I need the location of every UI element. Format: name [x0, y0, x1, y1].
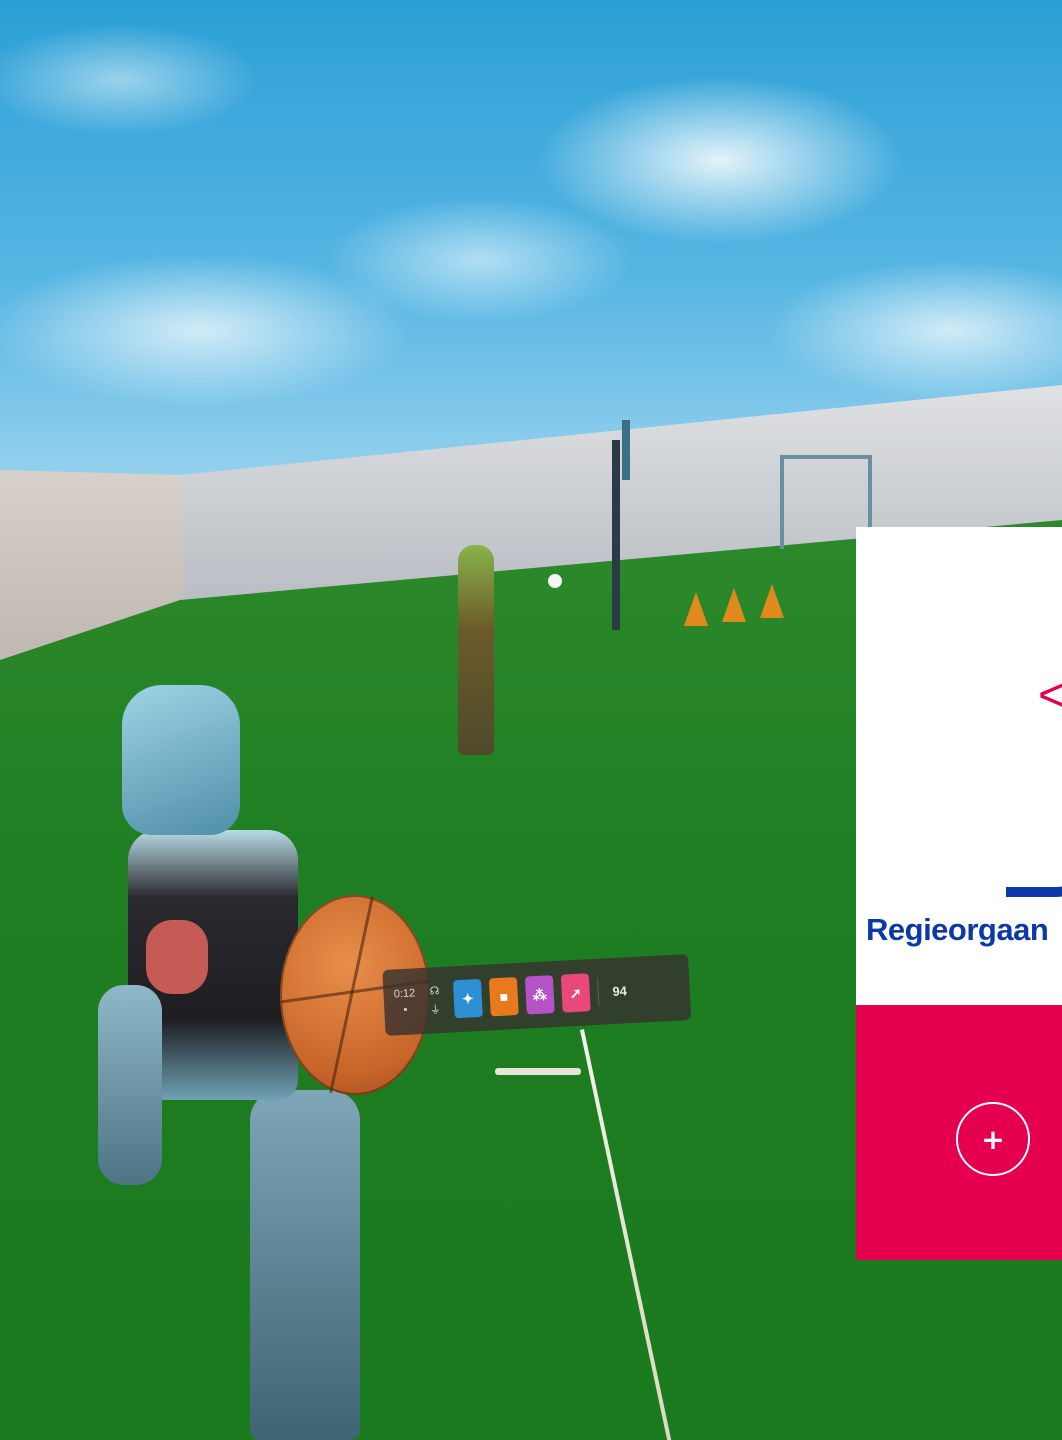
wrist-marker — [495, 1068, 581, 1075]
card-logo-area: < Regieorgaan — [856, 527, 1062, 1005]
camera-icon[interactable]: ▪ — [403, 1004, 408, 1016]
bag-icon[interactable]: ■ — [488, 977, 519, 1017]
logo-text: Regieorgaan — [866, 912, 1049, 947]
people-icon[interactable]: ⁂ — [524, 975, 555, 1015]
basketball-hoop-board — [622, 420, 630, 480]
menu-status-group: 0:12 ▪ — [393, 987, 416, 1016]
menu-score: 94 — [612, 982, 628, 999]
distant-ball — [548, 574, 562, 588]
audio-group: ☊ ⏚ — [423, 983, 447, 1017]
robot-avatar-shoulder — [146, 920, 208, 994]
settings-icon[interactable]: ✦ — [452, 978, 483, 1019]
robot-avatar-head — [122, 685, 240, 835]
mic-icon[interactable]: ⏚ — [429, 1001, 442, 1018]
basketball-hoop-pole — [612, 440, 620, 630]
training-cone — [684, 592, 708, 626]
robot-avatar-legs — [250, 1090, 360, 1440]
share-icon[interactable]: ➚ — [560, 973, 591, 1013]
headset-icon[interactable]: ☊ — [429, 984, 439, 997]
sponsor-overlay-card: < Regieorgaan + — [856, 527, 1062, 1260]
menu-divider — [596, 977, 600, 1006]
menu-time-label: 0:12 — [393, 987, 416, 1001]
robot-avatar-arm — [98, 985, 162, 1185]
distant-player-avatar — [458, 545, 494, 755]
expand-plus-button[interactable]: + — [956, 1102, 1030, 1176]
plus-icon: + — [981, 1122, 1005, 1156]
logo-swoosh-icon — [1006, 847, 1062, 897]
training-cone — [722, 588, 746, 622]
logo-chevron-icon: < — [1038, 669, 1062, 722]
card-action-area: + — [856, 1005, 1062, 1260]
training-cone — [760, 584, 784, 618]
